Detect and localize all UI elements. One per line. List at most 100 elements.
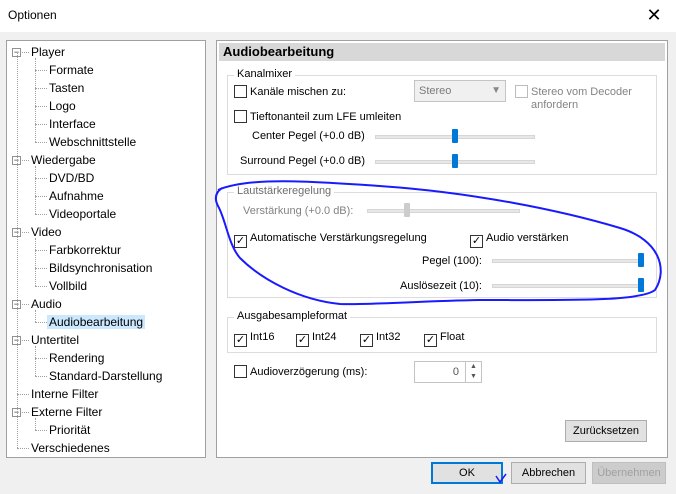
format-int24-label: Int24 [312, 331, 337, 343]
tree-item-dvd-bd[interactable]: DVD/BD [49, 170, 94, 186]
auto-gain-checkbox[interactable]: ✓ Automatische Verstärkungsregelung [234, 231, 427, 248]
slider-thumb[interactable] [638, 278, 644, 292]
audio-delay-checkbox[interactable]: Audioverzögerung (ms): [234, 365, 367, 379]
checkbox-box[interactable]: ✓ [296, 334, 309, 347]
tree-item-vollbild[interactable]: Vollbild [49, 278, 87, 294]
checkbox-box[interactable]: ✓ [234, 235, 247, 248]
ok-button[interactable]: OK [431, 462, 503, 484]
audio-delay-stepper[interactable]: 0 ▲ ▼ [414, 361, 482, 383]
format-float-checkbox[interactable]: ✓ Float [424, 330, 464, 347]
tree-connector [17, 52, 18, 448]
chevron-down-icon[interactable]: ▼ [466, 372, 481, 382]
checkbox-box[interactable] [515, 85, 528, 98]
mix-target-select[interactable]: Stereo ▼ [414, 80, 506, 102]
tree-item-externe-filter[interactable]: Externe Filter [31, 404, 102, 420]
tree-item-label: Bildsynchronisation [49, 261, 153, 275]
mix-channels-label: Kanäle mischen zu: [250, 86, 346, 98]
lfe-redirect-checkbox[interactable]: Tiefton­anteil zum LFE umleiten [234, 110, 401, 124]
tree-item-label: Interne Filter [31, 387, 99, 401]
checkbox-box[interactable] [234, 365, 247, 378]
options-tree[interactable]: Player − Formate Tasten Logo Interface Webschn… [6, 40, 206, 458]
page-title: Audiobearbeitung [219, 43, 665, 61]
tree-item-label: Standard-Darstellung [49, 369, 163, 383]
tree-connector [17, 394, 29, 395]
tree-item-bildsynchronisation[interactable]: Bildsynchronisation [49, 260, 152, 276]
audio-boost-checkbox[interactable]: ✓ Audio verstärken [470, 231, 569, 248]
tree-item-label: Videoportale [49, 207, 117, 221]
slider-thumb[interactable] [404, 203, 410, 217]
tree-connector [35, 250, 47, 251]
tree-item-aufnahme[interactable]: Aufnahme [49, 188, 104, 204]
tree-connector [35, 376, 47, 377]
slider-thumb[interactable] [452, 154, 458, 168]
ausloese-label: Auslösezeit (10): [400, 280, 482, 292]
close-icon[interactable]: ✕ [644, 5, 664, 26]
tree-connector [35, 310, 36, 322]
tree-connector [35, 286, 47, 287]
checkbox-box[interactable]: ✓ [424, 334, 437, 347]
surround-level-slider[interactable] [375, 154, 535, 170]
tree-item-label: Externe Filter [31, 405, 103, 419]
reset-button[interactable]: Zurücksetzen [565, 420, 647, 442]
tree-item-verschiedenes[interactable]: Verschiedenes [31, 440, 110, 456]
tree-connector [17, 448, 29, 449]
slider-track [492, 284, 644, 288]
tree-item-label: Interface [49, 117, 96, 131]
tree-item-label: Formate [49, 63, 94, 77]
stereo-decoder-checkbox[interactable]: Stereo vom Decoder [515, 85, 632, 99]
center-level-slider[interactable] [375, 129, 535, 145]
pegel-label: Pegel (100): [422, 255, 482, 267]
center-level-label: Center Pegel (+0.0 dB) [252, 130, 365, 142]
tree-item-label: Wiedergabe [31, 153, 96, 167]
tree-item-rendering[interactable]: Rendering [49, 350, 104, 366]
chevron-up-icon[interactable]: ▲ [466, 362, 481, 372]
lfe-redirect-label: Tiefton­anteil zum LFE umleiten [250, 111, 402, 123]
tree-item-interne-filter[interactable]: Interne Filter [31, 386, 98, 402]
stereo-decoder-label-line2: anfordern [531, 99, 579, 111]
mix-channels-checkbox[interactable]: Kanäle mischen zu: [234, 85, 346, 99]
tree-connector [35, 418, 36, 430]
tree-connector [35, 106, 47, 107]
tree-item-priorität[interactable]: Priorität [49, 422, 90, 438]
tree-item-label: Player [31, 45, 66, 59]
slider-thumb[interactable] [638, 253, 644, 267]
tree-item-wiedergabe[interactable]: Wiedergabe [31, 152, 96, 168]
format-int16-label: Int16 [250, 331, 275, 343]
surround-level-label: Surround Pegel (+0.0 dB) [240, 155, 366, 167]
tree-item-interface[interactable]: Interface [49, 116, 96, 132]
checkbox-box[interactable] [234, 110, 247, 123]
tree-item-label: Tasten [49, 81, 85, 95]
tree-item-tasten[interactable]: Tasten [49, 80, 84, 96]
mix-target-value: Stereo [419, 85, 452, 97]
tree-item-untertitel[interactable]: Untertitel [31, 332, 79, 348]
format-int24-checkbox[interactable]: ✓ Int24 [296, 330, 337, 347]
tree-item-label: Verschiedenes [31, 441, 110, 455]
tree-item-logo[interactable]: Logo [49, 98, 76, 114]
tree-item-videoportale[interactable]: Videoportale [49, 206, 116, 222]
tree-connector [35, 196, 47, 197]
checkbox-box[interactable]: ✓ [470, 235, 483, 248]
tree-item-player[interactable]: Player [31, 44, 65, 60]
tree-item-audiobearbeitung[interactable]: Audiobearbeitung [47, 314, 146, 330]
checkbox-box[interactable] [234, 85, 247, 98]
tree-item-formate[interactable]: Formate [49, 62, 94, 78]
cancel-button[interactable]: Abbrechen [511, 462, 586, 484]
format-int32-checkbox[interactable]: ✓ Int32 [360, 330, 400, 347]
checkbox-box[interactable]: ✓ [360, 334, 373, 347]
tree-connector [35, 70, 47, 71]
tree-item-label: Logo [49, 99, 76, 113]
pegel-slider[interactable] [492, 253, 644, 269]
tree-item-label: Farbkorrektur [49, 243, 122, 257]
format-int16-checkbox[interactable]: ✓ Int16 [234, 330, 275, 347]
slider-thumb[interactable] [452, 129, 458, 143]
ausloese-slider[interactable] [492, 278, 644, 294]
tree-item-farbkorrektur[interactable]: Farbkorrektur [49, 242, 121, 258]
tree-connector [35, 124, 47, 125]
tree-connector [35, 430, 47, 431]
gain-slider[interactable] [367, 203, 520, 219]
apply-button[interactable]: Übernehmen [592, 462, 666, 484]
tree-item-standard-darstellung[interactable]: Standard-Darstellung [49, 368, 162, 384]
tree-item-label: Vollbild [49, 279, 88, 293]
checkbox-box[interactable]: ✓ [234, 334, 247, 347]
tree-item-webschnittstelle[interactable]: Webschnittstelle [49, 134, 136, 150]
